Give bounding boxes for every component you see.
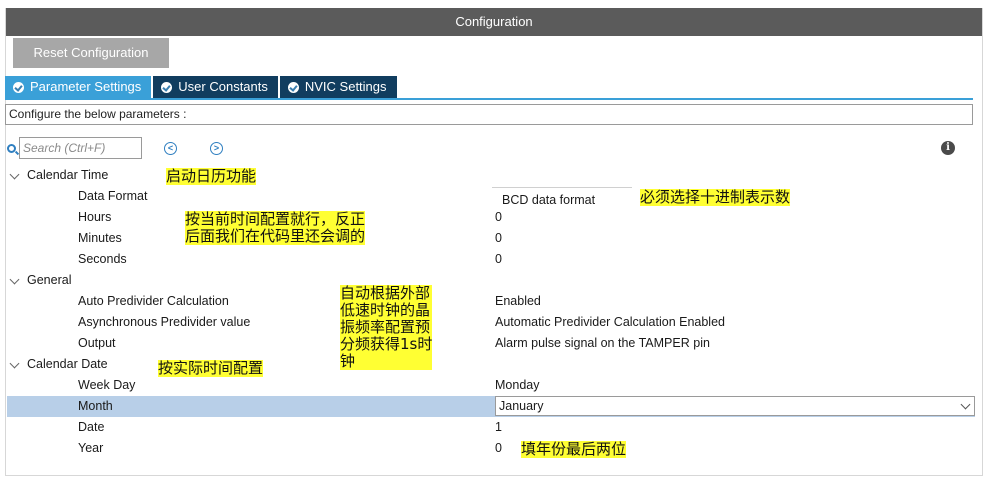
group-label: General [27,273,72,287]
search-row: < > [7,137,223,159]
annotation-predivider-note: 自动根据外部 低速时钟的晶 振频率配置预 分频获得1s时 钟 [340,284,433,370]
chevron-down-icon[interactable] [9,169,20,180]
param-row-minutes[interactable]: Minutes 0 [7,228,975,249]
param-value[interactable]: 0 [495,249,502,270]
param-label: Output [78,336,116,350]
param-label: Auto Predivider Calculation [78,294,229,308]
param-value[interactable]: Alarm pulse signal on the TAMPER pin [495,333,710,354]
group-general[interactable]: General [7,270,975,291]
group-label: Calendar Time [27,168,109,182]
param-row-hours[interactable]: Hours 0 [7,207,975,228]
annotation-time-config: 按当前时间配置就行，反正 后面我们在代码里还会调的 [185,210,366,245]
annotation-date-note: 按实际时间配置 [158,359,264,377]
parameter-tree: Calendar Time Data Format BCD data forma… [7,165,975,459]
month-select[interactable]: January [495,396,975,416]
param-row-year[interactable]: Year 0 [7,438,975,459]
param-value[interactable]: 1 [495,417,502,438]
param-value[interactable]: Monday [495,375,539,396]
param-row-month[interactable]: Month January [7,396,975,417]
group-label: Calendar Date [27,357,108,371]
param-label: Week Day [78,378,136,392]
param-value[interactable]: 0 [495,438,502,459]
tab-parameter-settings[interactable]: Parameter Settings [5,76,152,98]
reset-configuration-button[interactable]: Reset Configuration [13,38,169,68]
tab-label: User Constants [178,79,268,94]
param-row-seconds[interactable]: Seconds 0 [7,249,975,270]
param-value[interactable]: BCD data format [492,187,632,209]
param-row-output[interactable]: Output Alarm pulse signal on the TAMPER … [7,333,975,354]
tab-underline [5,98,973,100]
param-label: Year [78,441,104,455]
param-row-auto-predivider[interactable]: Auto Predivider Calculation Enabled [7,291,975,312]
check-circle-icon [287,81,299,93]
chevron-down-icon[interactable] [9,358,20,369]
param-value[interactable]: Automatic Predivider Calculation Enabled [495,312,725,333]
param-label: Date [78,420,105,434]
param-label: Month [78,399,113,413]
tab-nvic-settings[interactable]: NVIC Settings [279,76,397,98]
param-value[interactable]: 0 [495,228,502,249]
month-select-value: January [499,399,544,413]
chevron-down-icon[interactable] [960,399,971,410]
group-calendar-time[interactable]: Calendar Time [7,165,975,186]
annotation-bcd-note: 必须选择十进制表示数 [640,188,791,206]
info-icon[interactable]: i [941,141,955,155]
param-label: Asynchronous Predivider value [78,315,251,329]
param-label: Minutes [78,231,122,245]
param-row-week-day[interactable]: Week Day Monday [7,375,975,396]
tab-user-constants[interactable]: User Constants [153,76,278,98]
search-icon [7,143,16,153]
next-result-icon[interactable]: > [210,141,223,155]
tab-label: Parameter Settings [30,79,142,94]
annotation-year-note: 填年份最后两位 [521,440,627,458]
param-row-date[interactable]: Date 1 [7,417,975,438]
previous-result-icon[interactable]: < [164,141,177,155]
tab-label: NVIC Settings [304,79,387,94]
search-input[interactable] [19,137,142,159]
panel-title: Configuration [6,8,982,36]
check-circle-icon [161,81,173,93]
param-value[interactable]: Enabled [495,291,541,312]
param-label: Data Format [78,189,148,203]
annotation-enable-calendar: 启动日历功能 [166,167,257,185]
check-circle-icon [13,81,24,93]
configure-parameters-label: Configure the below parameters : [5,104,973,125]
tab-bar: Parameter Settings User Constants NVIC S… [5,76,399,98]
group-calendar-date[interactable]: Calendar Date [7,354,975,375]
param-row-data-format[interactable]: Data Format BCD data format [7,186,975,207]
param-label: Hours [78,210,112,224]
param-label: Seconds [78,252,127,266]
chevron-down-icon[interactable] [9,274,20,285]
param-value[interactable]: 0 [495,207,502,228]
param-row-async-predivider[interactable]: Asynchronous Predivider value Automatic … [7,312,975,333]
